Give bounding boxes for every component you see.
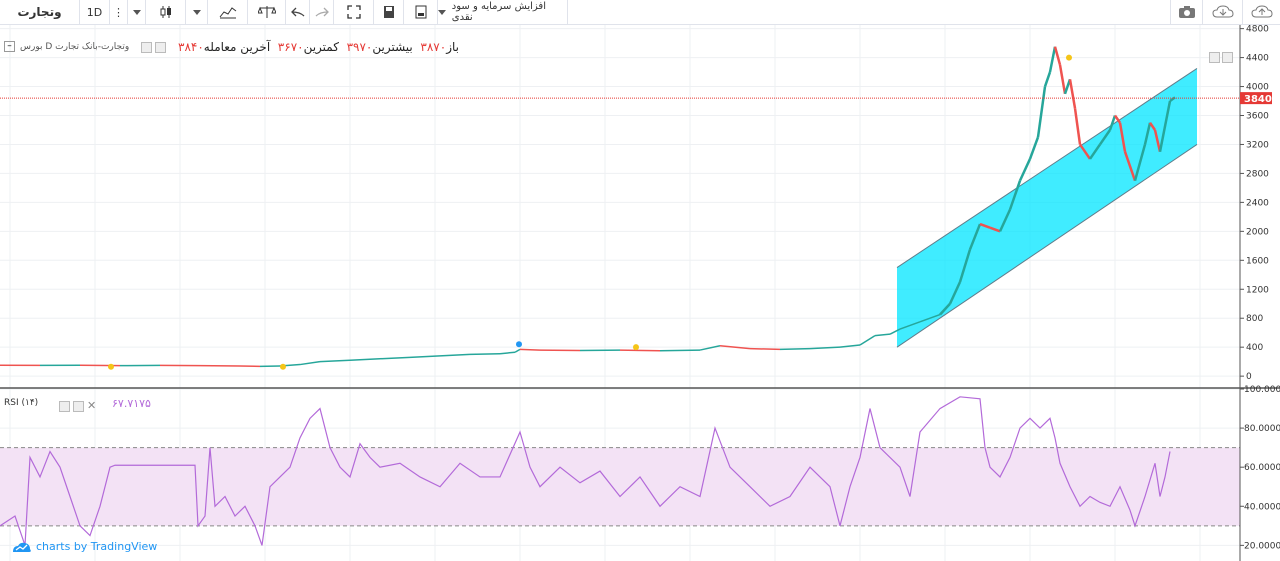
close-label: آخرین معامله xyxy=(203,40,271,54)
redo-icon[interactable] xyxy=(310,0,334,24)
price-segment xyxy=(1028,136,1040,160)
settings-icon[interactable] xyxy=(155,42,166,53)
price-axis-label: 4800 xyxy=(1246,25,1269,35)
symbol-search[interactable]: وتجارت xyxy=(0,0,80,24)
template-icon[interactable] xyxy=(404,0,438,24)
event-marker xyxy=(516,341,522,348)
cloud-upload-icon[interactable] xyxy=(1242,0,1280,24)
rsi-axis-label: 40.0000 xyxy=(1244,502,1280,512)
close-value: ۳۸۴۰ xyxy=(178,40,204,54)
price-axis-label: 1600 xyxy=(1246,256,1269,266)
rsi-axis-label: 80.0000 xyxy=(1244,424,1280,434)
indicator-selector[interactable]: افزایش سرمایه و سود نقدی xyxy=(438,0,568,24)
chevron-down-icon xyxy=(438,9,446,15)
high-label: بیشترین xyxy=(372,40,413,54)
price-segment xyxy=(779,347,811,351)
undo-icon[interactable] xyxy=(286,0,310,24)
rsi-axis-label: 20.0000 xyxy=(1244,541,1280,551)
price-axis-label: 4400 xyxy=(1246,54,1269,64)
price-axis-label: 2000 xyxy=(1246,227,1269,237)
camera-icon[interactable] xyxy=(1170,0,1202,24)
pane-up-icon[interactable] xyxy=(1209,52,1220,63)
price-axis-label: 400 xyxy=(1246,343,1263,353)
price-segment xyxy=(1058,64,1067,94)
low-label: کمترین xyxy=(303,40,339,54)
pane-maximize-icon[interactable] xyxy=(1222,52,1233,63)
eye-icon[interactable] xyxy=(141,42,152,53)
branding-text: charts by TradingView xyxy=(36,540,158,553)
tradingview-logo-icon xyxy=(13,542,31,552)
indicator-selector-label: افزایش سرمایه و سود نقدی xyxy=(451,1,546,23)
event-marker xyxy=(280,363,286,370)
rsi-label: RSI (۱۴) xyxy=(4,398,39,408)
price-segment xyxy=(499,351,516,355)
eye-icon[interactable] xyxy=(59,401,70,412)
price-segment xyxy=(1018,158,1032,182)
last-price-label: 3840 xyxy=(1244,94,1272,105)
price-segment xyxy=(659,349,701,352)
price-segment xyxy=(299,360,321,366)
close-icon[interactable]: ✕ xyxy=(87,400,96,411)
low-value: ۳۶۷۰ xyxy=(277,40,304,54)
chevron-down-icon[interactable] xyxy=(128,0,146,24)
event-marker xyxy=(633,344,639,351)
save-layout-icon[interactable] xyxy=(374,0,404,24)
price-axis-label: 2800 xyxy=(1246,169,1269,179)
event-marker xyxy=(1066,54,1072,61)
indicators-icon[interactable] xyxy=(208,0,248,24)
settings-icon[interactable] xyxy=(73,401,84,412)
price-axis-label: 1200 xyxy=(1246,285,1269,295)
price-segment xyxy=(859,334,876,346)
legend-source: بورس D وتجارت-بانک تجارت xyxy=(20,42,130,52)
ohlc-values: باز۳۸۷۰ بیشترین۳۹۷۰ کمترین۳۶۷۰ آخرین معا… xyxy=(178,40,459,54)
price-segment xyxy=(1073,108,1082,145)
price-segment xyxy=(1043,71,1052,87)
rsi-axis-label: 100.0000 xyxy=(1244,385,1280,395)
open-label: باز xyxy=(446,40,459,54)
price-segment xyxy=(514,348,521,353)
compare-icon[interactable] xyxy=(248,0,286,24)
symbol-name: وتجارت xyxy=(17,5,62,19)
more-icon[interactable]: ⋮ xyxy=(110,0,128,24)
price-segment xyxy=(749,347,781,351)
price-segment xyxy=(439,353,471,357)
price-segment xyxy=(1053,46,1062,66)
price-segment xyxy=(1068,79,1077,109)
price-axis-label: 800 xyxy=(1246,314,1263,324)
price-axis-label: 2400 xyxy=(1246,198,1269,208)
chevron-down-icon[interactable] xyxy=(186,0,208,24)
interval-label: 1D xyxy=(86,5,103,19)
price-axis-label: 3600 xyxy=(1246,112,1269,122)
price-axis-label: 0 xyxy=(1246,372,1252,382)
price-segment xyxy=(519,348,541,351)
collapse-icon[interactable]: – xyxy=(4,41,15,52)
rsi-value: ۶۷.۷۱۷۵ xyxy=(112,397,151,410)
rsi-axis-label: 60.0000 xyxy=(1244,463,1280,473)
price-axis-label: 3200 xyxy=(1246,140,1269,150)
price-segment xyxy=(469,352,501,356)
top-toolbar: وتجارت 1D ⋮ افزایش سرمایه و سود نقدی xyxy=(0,0,1280,25)
price-segment xyxy=(379,356,411,360)
cloud-download-icon[interactable] xyxy=(1202,0,1242,24)
interval-button[interactable]: 1D xyxy=(80,0,110,24)
tradingview-branding[interactable]: charts by TradingView xyxy=(12,540,157,553)
price-segment xyxy=(1036,86,1047,138)
price-axis-label: 4000 xyxy=(1246,83,1269,93)
chart-area[interactable]: 0 400 800 1200 1600 2000 2400 2800 3200 3600 4000 4… xyxy=(0,25,1280,561)
price-segment xyxy=(699,344,721,351)
event-marker xyxy=(108,363,114,370)
price-segment xyxy=(619,349,661,352)
regression-channel xyxy=(897,68,1197,348)
fullscreen-icon[interactable] xyxy=(334,0,374,24)
price-segment xyxy=(1048,46,1057,73)
high-value: ۳۹۷۰ xyxy=(346,40,373,54)
price-segment xyxy=(319,359,351,363)
open-value: ۳۸۷۰ xyxy=(420,40,447,54)
price-segment xyxy=(874,333,891,337)
price-segment xyxy=(349,358,381,361)
rsi-band xyxy=(0,447,1240,526)
candle-style-icon[interactable] xyxy=(146,0,186,24)
